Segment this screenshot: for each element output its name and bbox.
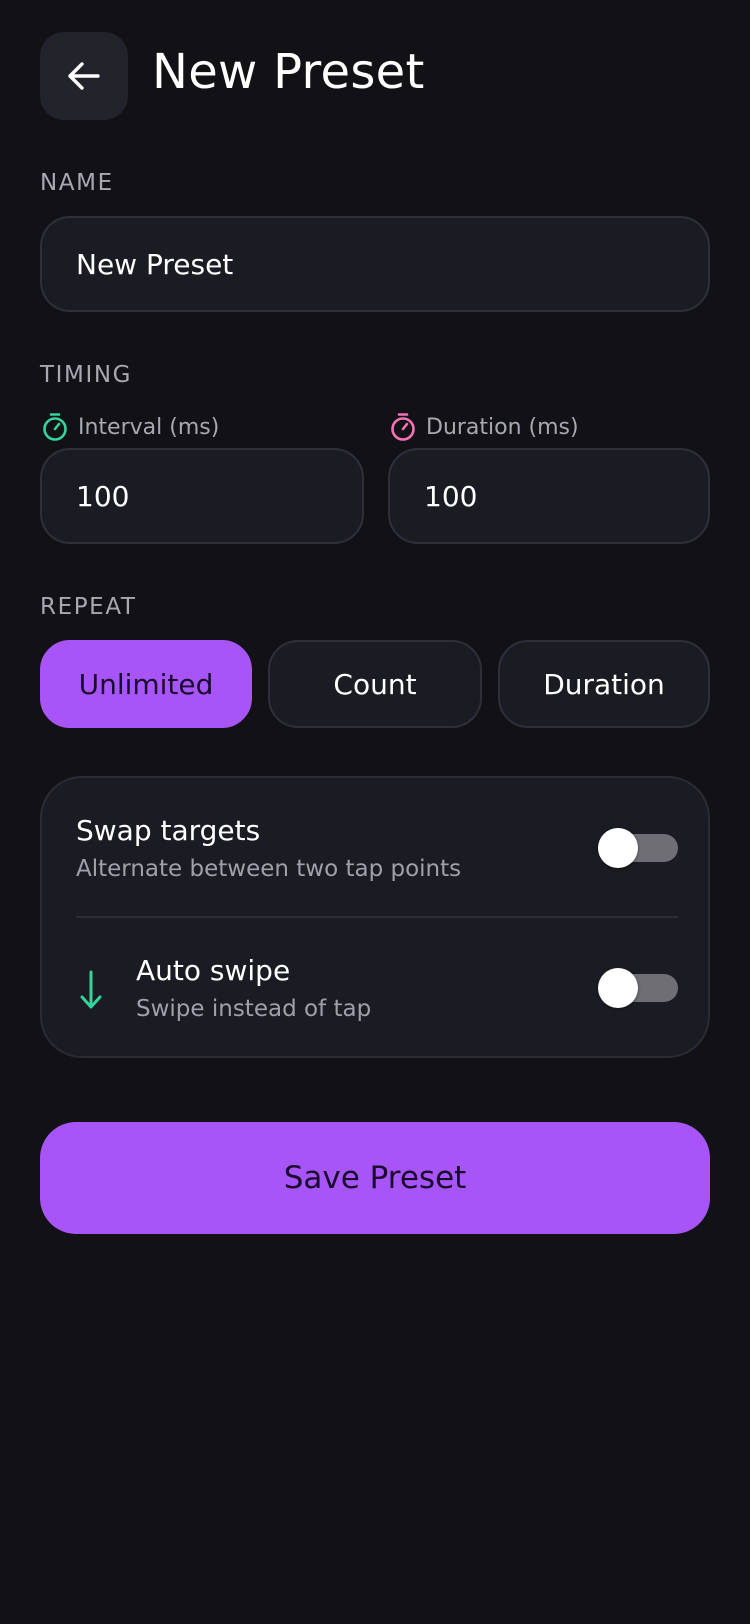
divider [76, 916, 678, 918]
duration-input[interactable] [424, 479, 708, 513]
swap-targets-subtitle: Alternate between two tap points [76, 856, 462, 882]
name-input[interactable] [76, 247, 708, 281]
interval-label: Interval (ms) [78, 414, 220, 440]
interval-label-row: Interval (ms) [42, 412, 219, 442]
auto-swipe-toggle[interactable] [598, 968, 678, 1008]
swap-targets-toggle[interactable] [598, 828, 678, 868]
timing-section-label: TIMING [40, 362, 133, 388]
interval-input[interactable] [76, 479, 362, 513]
auto-swipe-title: Auto swipe [136, 954, 291, 987]
back-button[interactable] [40, 32, 128, 120]
name-field[interactable] [40, 216, 710, 312]
swap-targets-title: Swap targets [76, 814, 261, 847]
stopwatch-icon [43, 413, 67, 441]
toggle-knob [598, 968, 638, 1008]
duration-label: Duration (ms) [426, 414, 579, 440]
arrow-left-icon [68, 62, 100, 90]
toggle-knob [598, 828, 638, 868]
duration-field[interactable] [388, 448, 710, 544]
interval-field[interactable] [40, 448, 364, 544]
repeat-option-duration[interactable]: Duration [498, 640, 710, 728]
new-preset-screen: New Preset NAME TIMING Interval (ms) Dur… [0, 0, 750, 1624]
name-section-label: NAME [40, 170, 114, 196]
options-card: Swap targets Alternate between two tap p… [40, 776, 710, 1058]
repeat-option-count[interactable]: Count [268, 640, 482, 728]
page-title: New Preset [152, 44, 425, 100]
save-preset-button[interactable]: Save Preset [40, 1122, 710, 1234]
arrow-down-icon [80, 970, 102, 1009]
repeat-option-unlimited[interactable]: Unlimited [40, 640, 252, 728]
auto-swipe-subtitle: Swipe instead of tap [136, 996, 372, 1022]
repeat-section-label: REPEAT [40, 594, 137, 620]
stopwatch-icon [391, 413, 415, 441]
duration-label-row: Duration (ms) [390, 412, 579, 442]
